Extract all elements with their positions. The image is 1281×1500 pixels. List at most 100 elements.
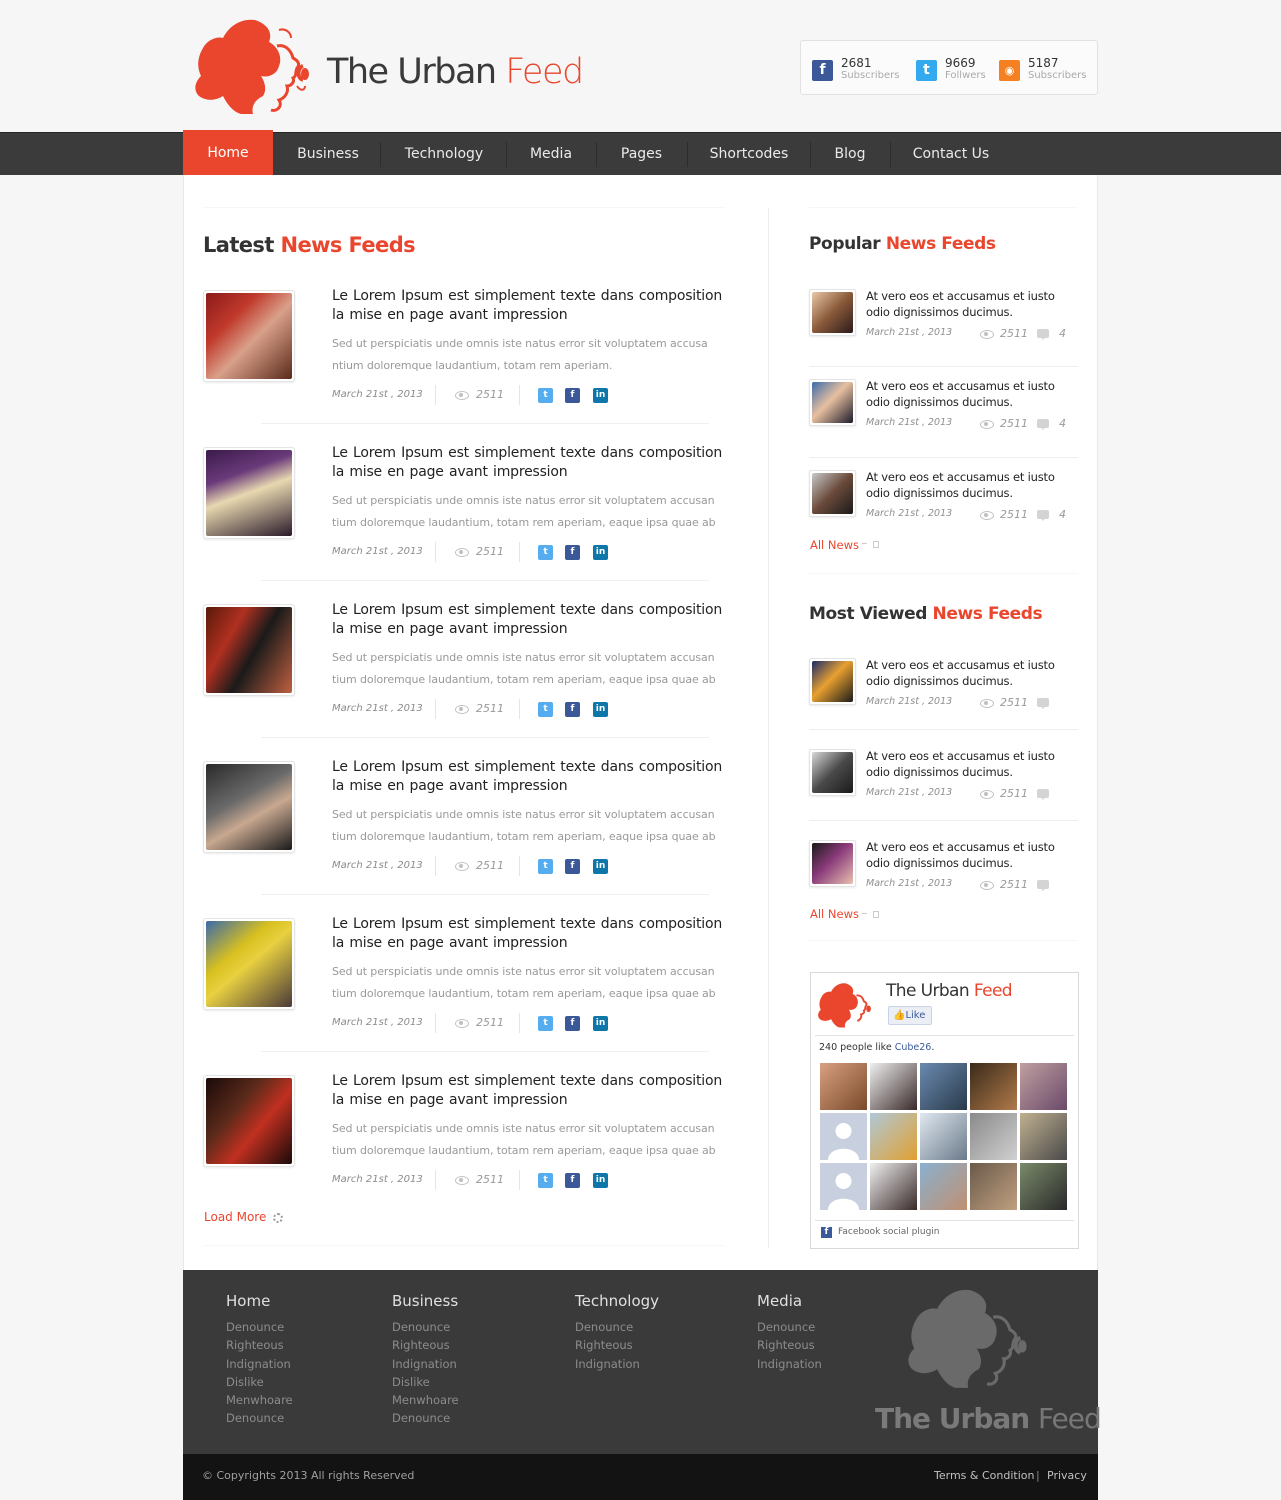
fan-avatar[interactable] (920, 1163, 967, 1210)
footer-link[interactable]: Dislike (226, 1373, 293, 1391)
footer-link[interactable]: Denounce (575, 1318, 659, 1336)
nav-item-blog[interactable]: Blog (818, 133, 882, 175)
linkedin-share-icon[interactable]: in (593, 545, 608, 560)
fan-avatar[interactable] (870, 1063, 917, 1110)
most-viewed-thumbnail[interactable] (809, 658, 856, 705)
news-title[interactable]: Le Lorem Ipsum est simplement texte dans… (332, 1072, 726, 1110)
footer-link[interactable]: Menwhoare (226, 1391, 293, 1409)
most-viewed-item-title[interactable]: At vero eos et accusamus et iusto odio d… (866, 839, 1078, 871)
news-thumbnail[interactable] (203, 761, 295, 853)
news-thumbnail[interactable] (203, 1075, 295, 1167)
news-title[interactable]: Le Lorem Ipsum est simplement texte dans… (332, 915, 726, 953)
footer-heading[interactable]: Business (392, 1292, 459, 1310)
footer-link[interactable]: Denounce (226, 1409, 293, 1427)
terms-link[interactable]: Terms & Condition (934, 1469, 1034, 1482)
footer-brand[interactable]: The Urban Feed (875, 1402, 1102, 1435)
most-viewed-all-news-link[interactable]: All News (810, 907, 859, 921)
nav-item-media[interactable]: Media (515, 133, 587, 175)
fan-avatar[interactable] (970, 1113, 1017, 1160)
popular-title[interactable]: At vero eos et accusamus et iusto odio d… (866, 469, 1078, 501)
footer-heading[interactable]: Media (757, 1292, 822, 1310)
linkedin-share-icon[interactable]: in (593, 1173, 608, 1188)
facebook-share-icon[interactable]: f (565, 702, 580, 717)
facebook-plugin-label[interactable]: Facebook social plugin (838, 1227, 940, 1237)
footer-link[interactable]: Denounce (392, 1318, 459, 1336)
facebook-share-icon[interactable]: f (565, 545, 580, 560)
news-thumbnail[interactable] (203, 918, 295, 1010)
facebook-share-icon[interactable]: f (565, 1173, 580, 1188)
fan-avatar[interactable] (1020, 1113, 1067, 1160)
linkedin-share-icon[interactable]: in (593, 388, 608, 403)
privacy-link[interactable]: Privacy (1047, 1469, 1087, 1482)
fan-avatar[interactable] (870, 1113, 917, 1160)
news-thumbnail[interactable] (203, 447, 295, 539)
fan-avatar[interactable] (820, 1113, 867, 1160)
popular-thumbnail[interactable] (809, 470, 856, 517)
most-viewed-item-title[interactable]: At vero eos et accusamus et iusto odio d… (866, 748, 1078, 780)
footer-heading[interactable]: Home (226, 1292, 293, 1310)
fan-avatar[interactable] (1020, 1163, 1067, 1210)
twitter-share-icon[interactable]: t (538, 702, 553, 717)
most-viewed-item-title[interactable]: At vero eos et accusamus et iusto odio d… (866, 657, 1078, 689)
facebook-share-icon[interactable]: f (565, 388, 580, 403)
twitter-share-icon[interactable]: t (538, 388, 553, 403)
footer-link[interactable]: Dislike (392, 1373, 459, 1391)
popular-title[interactable]: At vero eos et accusamus et iusto odio d… (866, 288, 1078, 320)
popular-all-news-link[interactable]: All News (810, 538, 859, 552)
news-title[interactable]: Le Lorem Ipsum est simplement texte dans… (332, 287, 726, 325)
meta-separator (519, 542, 520, 562)
facebook-page-name[interactable]: The Urban Feed (886, 981, 1013, 1001)
fan-avatar[interactable] (920, 1113, 967, 1160)
popular-title[interactable]: At vero eos et accusamus et iusto odio d… (866, 378, 1078, 410)
footer-link[interactable]: Denounce (392, 1409, 459, 1427)
news-title[interactable]: Le Lorem Ipsum est simplement texte dans… (332, 758, 726, 796)
item-divider (261, 1051, 709, 1052)
footer-link[interactable]: Indignation (757, 1355, 822, 1373)
nav-item-pages[interactable]: Pages (605, 133, 678, 175)
fan-avatar[interactable] (1020, 1063, 1067, 1110)
news-title[interactable]: Le Lorem Ipsum est simplement texte dans… (332, 444, 726, 482)
linkedin-share-icon[interactable]: in (593, 702, 608, 717)
load-more-button[interactable]: Load More (204, 1210, 266, 1224)
nav-item-shortcodes[interactable]: Shortcodes (696, 133, 802, 175)
footer-link[interactable]: Righteous (392, 1336, 459, 1354)
footer-link[interactable]: Righteous (226, 1336, 293, 1354)
nav-item-home[interactable]: Home (183, 130, 273, 175)
twitter-share-icon[interactable]: t (538, 859, 553, 874)
brand[interactable]: The Urban Feed (193, 16, 593, 116)
fan-avatar[interactable] (970, 1163, 1017, 1210)
most-viewed-thumbnail[interactable] (809, 840, 856, 887)
facebook-share-icon[interactable]: f (565, 859, 580, 874)
footer-link[interactable]: Denounce (226, 1318, 293, 1336)
popular-thumbnail[interactable] (809, 289, 856, 336)
footer-link[interactable]: Righteous (575, 1336, 659, 1354)
twitter-share-icon[interactable]: t (538, 1173, 553, 1188)
fan-avatar[interactable] (820, 1163, 867, 1210)
footer-link[interactable]: Indignation (226, 1355, 293, 1373)
footer-heading[interactable]: Technology (575, 1292, 659, 1310)
fan-avatar[interactable] (920, 1063, 967, 1110)
fan-avatar[interactable] (870, 1163, 917, 1210)
nav-item-technology[interactable]: Technology (391, 133, 497, 175)
facebook-share-icon[interactable]: f (565, 1016, 580, 1031)
footer-link[interactable]: Righteous (757, 1336, 822, 1354)
facebook-like-button[interactable]: 👍Like (888, 1006, 932, 1025)
fan-avatar[interactable] (820, 1063, 867, 1110)
news-title[interactable]: Le Lorem Ipsum est simplement texte dans… (332, 601, 726, 639)
nav-item-business[interactable]: Business (283, 133, 373, 175)
fan-avatar[interactable] (970, 1063, 1017, 1110)
news-thumbnail[interactable] (203, 604, 295, 696)
linkedin-share-icon[interactable]: in (593, 859, 608, 874)
most-viewed-thumbnail[interactable] (809, 749, 856, 796)
footer-link[interactable]: Menwhoare (392, 1391, 459, 1409)
footer-link[interactable]: Indignation (392, 1355, 459, 1373)
footer-link[interactable]: Indignation (575, 1355, 659, 1373)
nav-item-contact[interactable]: Contact Us (899, 133, 1003, 175)
most-viewed-date: March 21st , 2013 (866, 696, 953, 707)
twitter-share-icon[interactable]: t (538, 545, 553, 560)
twitter-share-icon[interactable]: t (538, 1016, 553, 1031)
news-thumbnail[interactable] (203, 290, 295, 382)
linkedin-share-icon[interactable]: in (593, 1016, 608, 1031)
popular-thumbnail[interactable] (809, 379, 856, 426)
footer-link[interactable]: Denounce (757, 1318, 822, 1336)
